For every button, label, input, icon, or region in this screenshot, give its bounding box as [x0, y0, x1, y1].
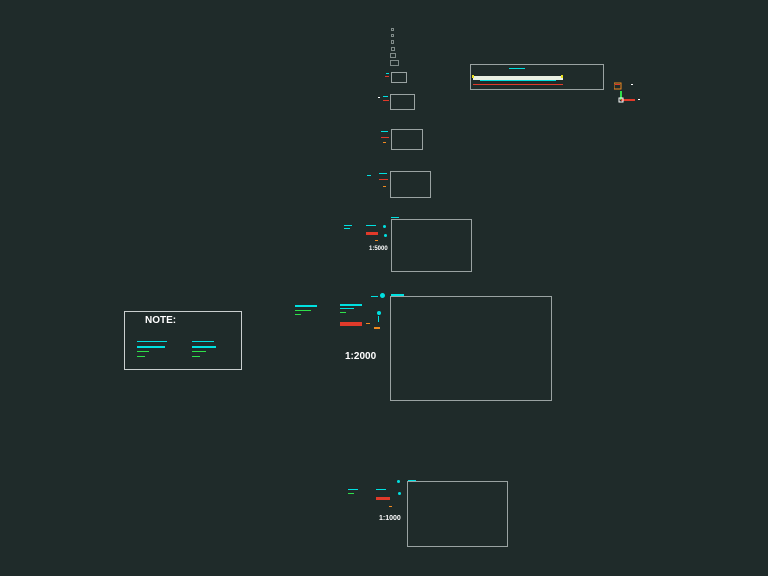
- frame-bottom-label-1: [376, 489, 386, 490]
- frame-b-mark: [378, 97, 380, 98]
- frame-large-node-2: [377, 311, 381, 315]
- frame-large-label-3: [340, 312, 346, 313]
- drawing-frame-a[interactable]: [391, 72, 407, 83]
- frame-large-label-1: [340, 304, 362, 306]
- frame-d-marker: [379, 179, 388, 180]
- frame-large-left-1: [295, 305, 317, 307]
- note-line-3: [137, 351, 149, 352]
- frame-large-node-line: [371, 296, 378, 297]
- drawing-frame-c[interactable]: [391, 129, 423, 150]
- frame-b-label: [383, 96, 388, 97]
- profile-marker-left: [472, 75, 474, 78]
- frame-e-title: [391, 217, 399, 218]
- frame-e-left-2: [344, 228, 350, 229]
- frame-e-node-1: [383, 225, 386, 228]
- drawing-frame-large[interactable]: [390, 296, 552, 401]
- frame-large-left-3: [295, 314, 301, 315]
- frame-a-label: [386, 73, 389, 74]
- frame-large-sub: [374, 327, 380, 329]
- note-line-8: [192, 356, 200, 357]
- frame-large-node-1: [380, 293, 385, 298]
- frame-e-left-1: [344, 225, 352, 226]
- note-line-4: [137, 356, 145, 357]
- frame-bottom-left-1: [348, 489, 358, 490]
- profile-title: [509, 68, 525, 69]
- tiny-frame-6: [390, 60, 399, 66]
- profile-baseline: [473, 84, 563, 85]
- tiny-frame-4: [391, 47, 395, 51]
- drawing-frame-d[interactable]: [390, 171, 431, 198]
- note-line-1: [137, 341, 167, 342]
- frame-bottom-node-1: [397, 480, 400, 483]
- profile-marker-right: [561, 75, 563, 78]
- frame-bottom-sub: [389, 506, 392, 507]
- frame-e-node-2: [384, 234, 387, 237]
- note-line-6: [192, 346, 216, 348]
- axis-icon: [613, 82, 642, 104]
- drawing-frame-e[interactable]: [391, 219, 472, 272]
- drawing-frame-bottom[interactable]: [407, 481, 508, 547]
- frame-large-label-2: [340, 308, 354, 309]
- tiny-frame-2: [391, 34, 394, 37]
- tiny-frame-3: [391, 40, 394, 44]
- frame-c-marker: [381, 137, 389, 138]
- frame-e-label: [366, 225, 376, 226]
- note-line-5: [192, 341, 214, 342]
- scale-label-medium: 1:5000: [369, 246, 388, 252]
- frame-large-left-2: [295, 310, 311, 311]
- tiny-frame-5: [390, 53, 396, 58]
- frame-bottom-title: [408, 480, 416, 481]
- frame-large-node-2-stem: [378, 316, 379, 322]
- frame-large-title: [391, 294, 404, 296]
- frame-large-marker: [340, 322, 362, 326]
- note-line-2: [137, 346, 165, 348]
- frame-bottom-node-2: [398, 492, 401, 495]
- frame-bottom-marker: [376, 497, 390, 500]
- frame-c-sub: [383, 142, 386, 143]
- note-title: NOTE:: [145, 315, 177, 326]
- frame-d-left: [367, 175, 371, 176]
- frame-large-marker-2: [366, 323, 370, 324]
- frame-d-label: [379, 173, 387, 174]
- frame-bottom-left-2: [348, 493, 354, 494]
- note-line-7: [192, 351, 206, 352]
- frame-e-sub: [375, 240, 378, 241]
- frame-a-marker: [385, 76, 389, 77]
- tiny-frame-1: [391, 28, 394, 31]
- scale-label-large: 1:2000: [345, 351, 377, 362]
- drawing-frame-b[interactable]: [390, 94, 415, 110]
- frame-e-marker: [366, 232, 378, 235]
- scale-label-bottom: 1:1000: [379, 515, 401, 522]
- frame-b-marker: [383, 100, 389, 101]
- frame-d-sub: [383, 186, 386, 187]
- frame-c-label: [381, 131, 388, 132]
- profile-tick-row: [480, 80, 556, 81]
